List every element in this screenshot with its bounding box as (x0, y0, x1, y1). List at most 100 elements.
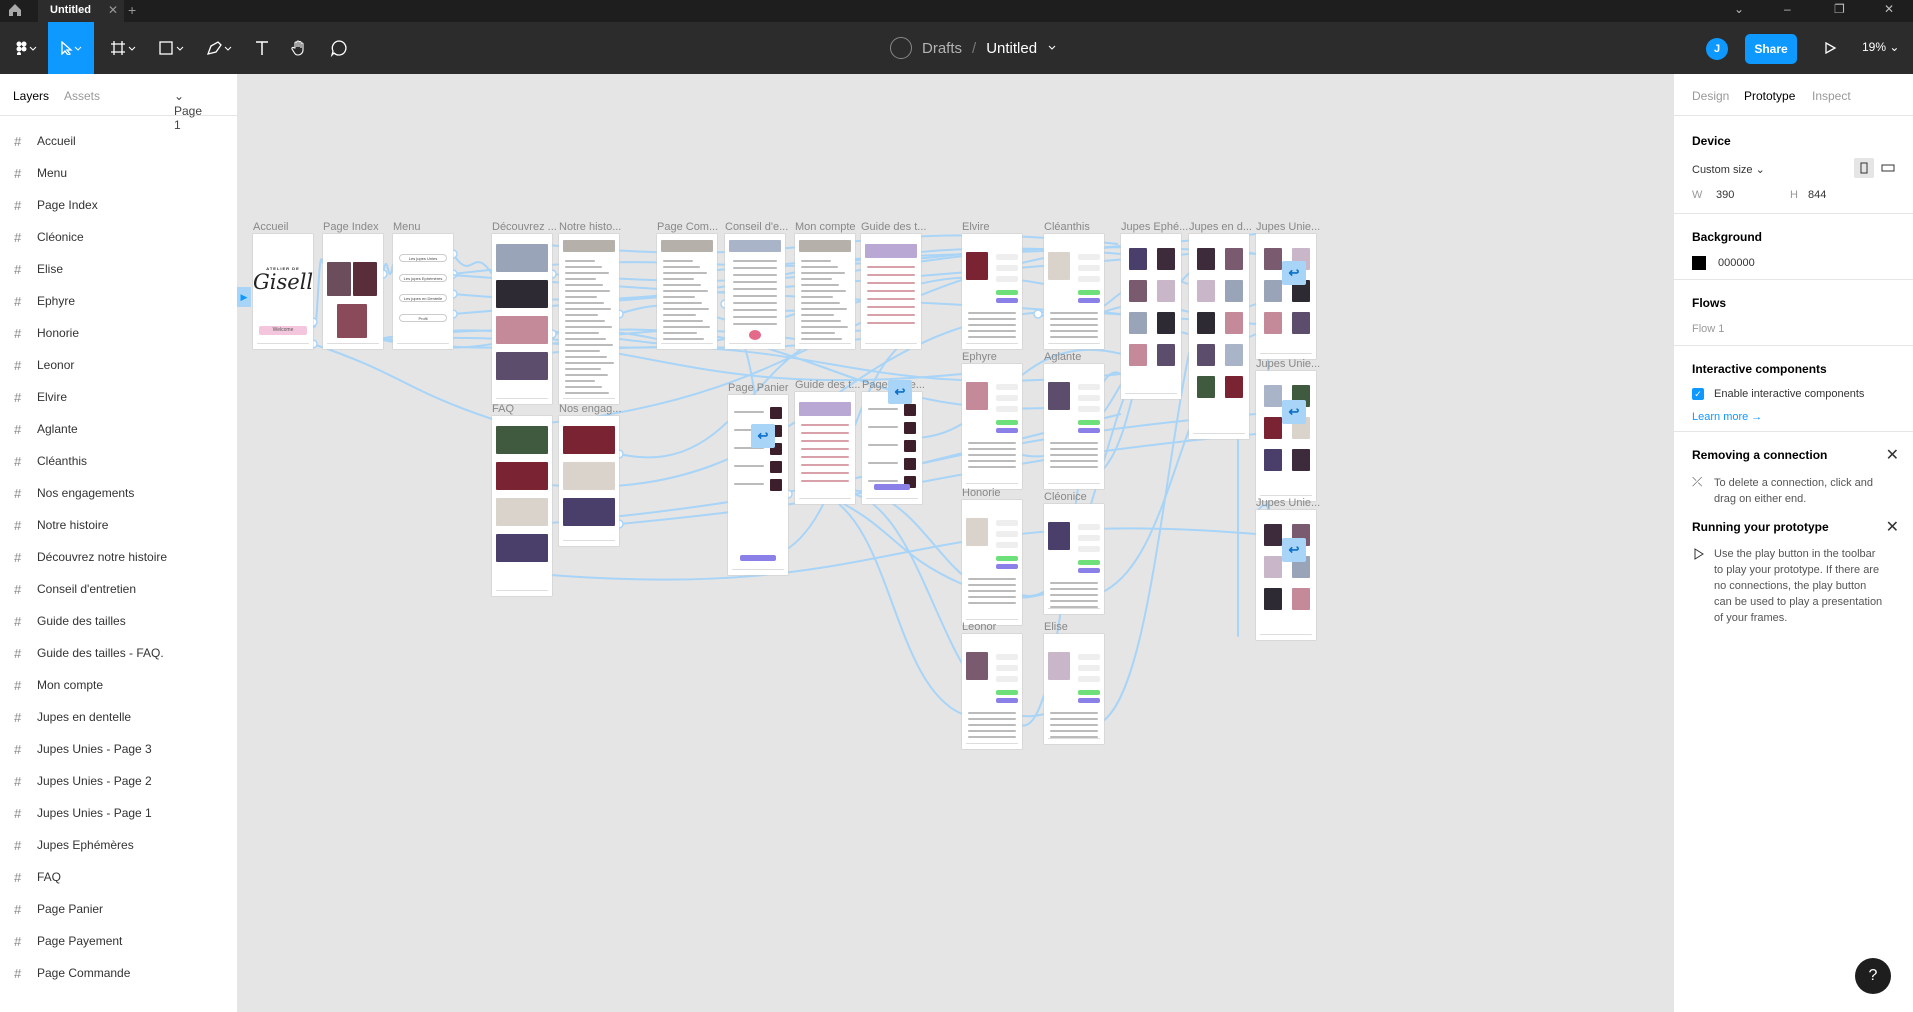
flow-start-icon[interactable]: ▶ (237, 287, 251, 307)
interactive-checkbox[interactable]: ✓ (1692, 388, 1704, 400)
frame[interactable] (795, 392, 855, 504)
height-input[interactable]: 844 (1808, 189, 1826, 201)
file-name[interactable]: Untitled (986, 40, 1037, 57)
frame[interactable] (862, 392, 922, 504)
layer-item[interactable]: # Jupes en dentelle (0, 701, 237, 733)
frame[interactable] (728, 395, 788, 575)
frame[interactable] (1044, 234, 1104, 349)
layer-item[interactable]: # Ephyre (0, 285, 237, 317)
comment-tool-button[interactable] (322, 22, 356, 74)
frame[interactable] (962, 364, 1022, 489)
frame-label[interactable]: Découvrez ... (492, 221, 557, 233)
frame-label[interactable]: Aglante (1044, 351, 1081, 363)
frame[interactable] (657, 234, 717, 349)
tab-layers[interactable]: Layers (13, 89, 49, 103)
close-icon[interactable]: ✕ (1886, 445, 1899, 465)
chevron-down-icon[interactable]: ⌄ (1734, 2, 1744, 16)
layer-item[interactable]: # FAQ (0, 861, 237, 893)
frame-label[interactable]: Accueil (253, 221, 288, 233)
minimize-icon[interactable]: – (1784, 2, 1791, 16)
close-icon[interactable]: ✕ (108, 3, 118, 17)
connection-line[interactable] (822, 493, 963, 715)
learn-more-link[interactable]: Learn more → (1692, 411, 1762, 423)
layer-item[interactable]: # Jupes Unies - Page 3 (0, 733, 237, 765)
frame-label[interactable]: Nos engag... (559, 403, 621, 415)
layer-item[interactable]: # Menu (0, 157, 237, 189)
frame-label[interactable]: Guide des t... (795, 379, 860, 391)
frame-label[interactable]: Cléanthis (1044, 221, 1090, 233)
layer-item[interactable]: # Cléanthis (0, 445, 237, 477)
layer-item[interactable]: # Page Panier (0, 893, 237, 925)
menu-item[interactable]: Les jupes Unies (399, 254, 447, 262)
figma-menu-button[interactable] (6, 22, 46, 74)
home-icon[interactable] (8, 3, 24, 19)
menu-item[interactable]: Les jupes en Dentelle (399, 294, 447, 302)
frame-label[interactable]: FAQ (492, 403, 514, 415)
frame[interactable] (795, 234, 855, 349)
tab-inspect[interactable]: Inspect (1812, 89, 1851, 103)
pen-tool-button[interactable] (200, 22, 240, 74)
menu-item[interactable]: Profil (399, 314, 447, 322)
frame[interactable] (1044, 364, 1104, 489)
frame-label[interactable]: Elise (1044, 621, 1068, 633)
close-icon[interactable]: ✕ (1886, 517, 1899, 537)
tab-prototype[interactable]: Prototype (1744, 89, 1795, 103)
text-tool-button[interactable] (246, 22, 278, 74)
page-selector[interactable]: Page 1 ⌄ (174, 89, 202, 132)
layer-item[interactable]: # Jupes Ephémères (0, 829, 237, 861)
frame-label[interactable]: Menu (393, 221, 421, 233)
layer-item[interactable]: # Découvrez notre histoire (0, 541, 237, 573)
frame-label[interactable]: Leonor (962, 621, 996, 633)
frame[interactable] (1044, 504, 1104, 614)
frame[interactable] (1256, 371, 1316, 501)
window-close-icon[interactable]: ✕ (1884, 2, 1894, 16)
tab-assets[interactable]: Assets (64, 89, 100, 103)
share-button[interactable]: Share (1745, 34, 1797, 64)
frame-label[interactable]: Jupes en d... (1189, 221, 1252, 233)
frame[interactable] (1256, 510, 1316, 640)
frame-label[interactable]: Mon compte (795, 221, 856, 233)
frame-label[interactable]: Honorie (962, 487, 1001, 499)
back-arrow-icon[interactable]: ↩ (1282, 538, 1306, 562)
layer-item[interactable]: # Nos engagements (0, 477, 237, 509)
layer-item[interactable]: # Cléonice (0, 221, 237, 253)
layer-item[interactable]: # Conseil d'entretien (0, 573, 237, 605)
frame[interactable] (1044, 634, 1104, 744)
frame-tool-button[interactable] (104, 22, 144, 74)
restore-icon[interactable]: ❐ (1834, 2, 1845, 16)
frame-label[interactable]: Page Panier (728, 382, 789, 394)
file-tab[interactable]: Untitled ✕ (38, 0, 124, 22)
back-arrow-icon[interactable]: ↩ (888, 380, 912, 404)
layer-item[interactable]: # Aglante (0, 413, 237, 445)
menu-item[interactable]: Les jupes Ephémères (399, 274, 447, 282)
frame-label[interactable]: Notre histo... (559, 221, 621, 233)
move-tool-button[interactable] (48, 22, 94, 74)
frame-label[interactable]: Guide des t... (861, 221, 926, 233)
layer-item[interactable]: # Elise (0, 253, 237, 285)
frame[interactable] (559, 416, 619, 546)
frame[interactable] (492, 234, 552, 404)
layer-item[interactable]: # Jupes Unies - Page 1 (0, 797, 237, 829)
layer-item[interactable]: # Elvire (0, 381, 237, 413)
frame[interactable] (962, 234, 1022, 349)
frame[interactable]: Les jupes Unies Les jupes Ephémères Les ju… (393, 234, 453, 349)
background-hex[interactable]: 000000 (1718, 257, 1755, 269)
frame-label[interactable]: Elvire (962, 221, 990, 233)
layer-item[interactable]: # Honorie (0, 317, 237, 349)
design-canvas[interactable]: AccueilATELIER DEGiselleWelcomePage Inde… (238, 74, 1673, 1012)
layer-item[interactable]: # Page Commande (0, 957, 237, 989)
background-swatch[interactable] (1692, 256, 1706, 270)
frame[interactable] (725, 234, 785, 349)
layer-item[interactable]: # Page Index (0, 189, 237, 221)
frame[interactable] (323, 234, 383, 349)
frame-label[interactable]: Conseil d'e... (725, 221, 788, 233)
tab-design[interactable]: Design (1692, 89, 1729, 103)
frame-label[interactable]: Page Index (323, 221, 379, 233)
frame-label[interactable]: Page Com... (657, 221, 718, 233)
frame-label[interactable]: Jupes Ephé... (1121, 221, 1188, 233)
frame-label[interactable]: Jupes Unie... (1256, 358, 1320, 370)
frame[interactable] (962, 500, 1022, 625)
connection-line[interactable] (537, 346, 1122, 382)
help-button[interactable]: ? (1855, 958, 1891, 994)
frame-label[interactable]: Cléonice (1044, 491, 1087, 503)
